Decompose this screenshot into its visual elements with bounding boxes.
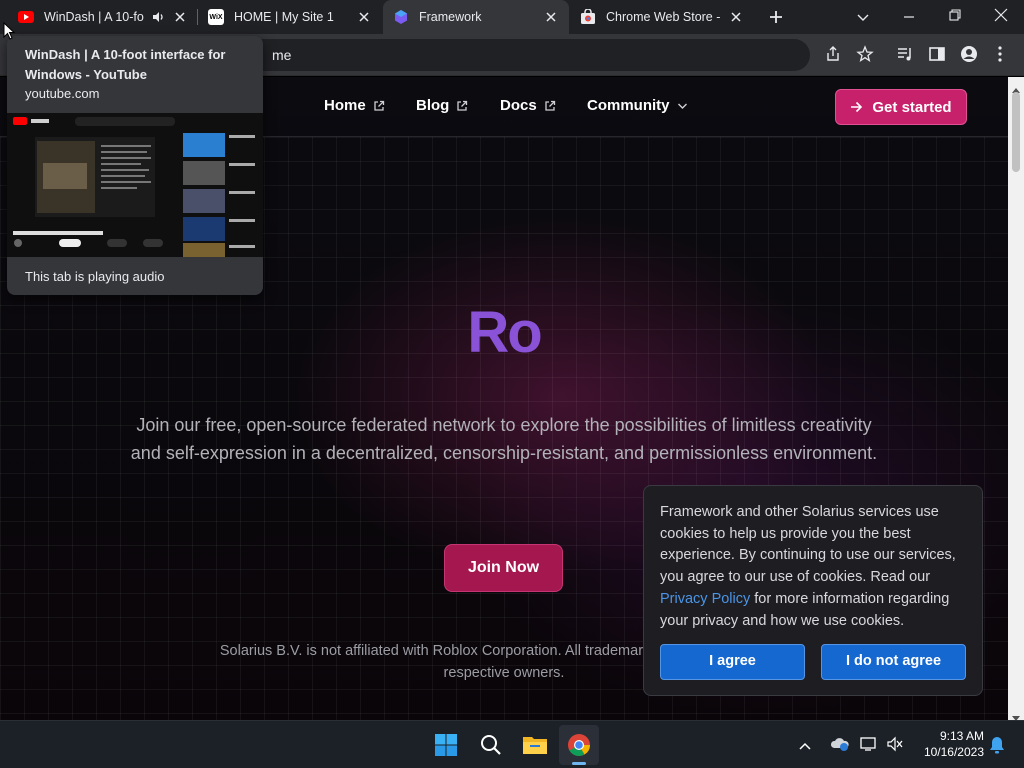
nav-label: Blog (416, 97, 450, 114)
restore-icon[interactable] (948, 8, 962, 27)
tab-wix[interactable]: WiX HOME | My Site 1 (198, 0, 382, 34)
get-started-button[interactable]: Get started (835, 89, 967, 125)
join-now-button[interactable]: Join Now (444, 544, 563, 592)
chrome-web-store-icon (580, 9, 596, 25)
profile-icon[interactable] (960, 45, 980, 65)
nav-home-link[interactable]: Home (324, 97, 385, 114)
share-icon[interactable] (824, 45, 844, 65)
nav-label: Community (587, 97, 670, 114)
tab-framework[interactable]: Framework (383, 0, 569, 34)
page-scrollbar[interactable] (1008, 77, 1024, 721)
tab-search-icon[interactable] (856, 10, 870, 28)
nav-label: Docs (500, 97, 537, 114)
bookmark-star-icon[interactable] (856, 45, 876, 65)
close-icon[interactable] (728, 9, 744, 25)
hover-card-domain: youtube.com (25, 86, 100, 101)
chrome-taskbar-icon[interactable] (559, 725, 599, 765)
tab-title: HOME | My Site 1 (234, 10, 334, 24)
menu-kebab-icon[interactable] (996, 45, 1016, 65)
clock-date: 10/16/2023 (923, 745, 984, 759)
media-controls-icon[interactable] (896, 45, 916, 65)
tab-title: Chrome Web Store - Extensions (606, 10, 722, 24)
notification-bell-icon[interactable] (989, 736, 1005, 759)
network-icon[interactable] (860, 736, 878, 757)
scrollbar-thumb[interactable] (1012, 92, 1020, 172)
side-panel-icon[interactable] (928, 45, 948, 65)
nav-label: Home (324, 97, 366, 114)
external-link-icon (545, 100, 555, 111)
clock-time: 9:13 AM (939, 729, 984, 743)
taskbar-search-icon[interactable] (471, 725, 511, 765)
arrow-right-icon (851, 101, 863, 113)
windows-taskbar: 9:13 AM 10/16/2023 (0, 720, 1024, 768)
tab-title: Framework (419, 10, 482, 24)
onedrive-icon[interactable] (830, 736, 850, 757)
close-icon[interactable] (172, 9, 188, 25)
chevron-down-icon (677, 103, 687, 109)
tab-strip: WinDash | A 10-foot interface for Window… (0, 0, 1024, 34)
external-link-icon (374, 100, 384, 111)
mouse-cursor-icon (3, 21, 16, 45)
speaker-icon[interactable] (150, 9, 166, 25)
show-hidden-icons-chevron-icon[interactable] (798, 738, 812, 756)
close-icon[interactable] (356, 9, 372, 25)
close-icon[interactable] (543, 9, 559, 25)
tab-chrome-web-store[interactable]: Chrome Web Store - Extensions (570, 0, 754, 34)
wix-icon: WiX (208, 9, 224, 25)
cookie-disagree-button[interactable]: I do not agree (821, 644, 966, 680)
privacy-policy-link[interactable]: Privacy Policy (660, 591, 750, 607)
volume-muted-icon[interactable] (886, 736, 904, 757)
hover-card-audio-status: This tab is playing audio (25, 269, 165, 284)
hero-title: Ro (467, 300, 542, 365)
cookie-agree-button[interactable]: I agree (660, 644, 805, 680)
hover-card-title: WinDash | A 10-foot interface for Window… (25, 47, 226, 82)
youtube-icon (18, 9, 34, 25)
nav-blog-link[interactable]: Blog (416, 97, 468, 114)
file-explorer-icon[interactable] (515, 725, 555, 765)
screen: WinDash | A 10-foot interface for Window… (0, 0, 1024, 768)
framework-icon (393, 9, 409, 25)
cookie-consent-dialog: Framework and other Solarius services us… (643, 485, 983, 696)
close-window-icon[interactable] (994, 8, 1008, 27)
address-text: me (272, 47, 292, 63)
tab-hover-card: WinDash | A 10-foot interface for Window… (7, 36, 263, 295)
system-clock[interactable]: 9:13 AM 10/16/2023 (916, 728, 984, 760)
windows-start-icon[interactable] (426, 725, 466, 765)
nav-community-dropdown[interactable]: Community (587, 97, 688, 114)
get-started-label: Get started (872, 98, 952, 116)
tab-title: WinDash | A 10-foot interface for Window… (44, 10, 144, 24)
cookie-text: Framework and other Solarius services us… (660, 504, 956, 586)
hero-subtitle: Join our free, open-source federated net… (130, 415, 878, 463)
tab-youtube[interactable]: WinDash | A 10-foot interface for Window… (8, 0, 198, 34)
nav-docs-link[interactable]: Docs (500, 97, 556, 114)
new-tab-icon[interactable] (768, 9, 786, 27)
active-app-indicator (572, 762, 586, 765)
tab-preview-thumbnail (7, 113, 263, 257)
external-link-icon (457, 100, 468, 111)
minimize-icon[interactable] (902, 10, 916, 29)
